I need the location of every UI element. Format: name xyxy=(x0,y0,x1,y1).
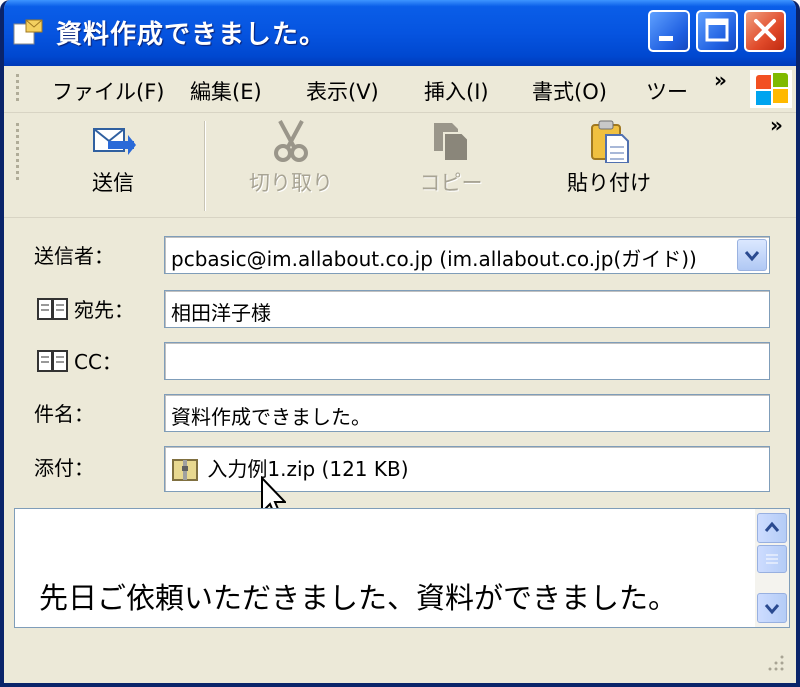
cc-label[interactable]: CC： xyxy=(74,346,122,375)
toolbar: » 送信 切り取り コピー 貼り付け xyxy=(4,113,796,218)
send-icon xyxy=(93,128,136,155)
toolbar-overflow-chevron[interactable]: » xyxy=(770,113,783,137)
from-label: 送信者： xyxy=(34,244,114,268)
cut-button[interactable]: 切り取り xyxy=(236,119,346,211)
window-title: 資料作成できました。 xyxy=(56,20,327,50)
copy-label: コピー xyxy=(419,171,483,195)
paste-label: 貼り付け xyxy=(567,171,651,195)
send-button[interactable]: 送信 xyxy=(58,119,168,211)
scroll-up-button[interactable] xyxy=(757,513,787,543)
minimize-button[interactable] xyxy=(648,10,690,52)
menu-insert[interactable]: 挿入(I) xyxy=(424,76,489,106)
maximize-icon xyxy=(705,18,729,42)
message-body-text: 先日ご依頼いただきました、資料ができました。 xyxy=(39,581,678,615)
address-book-icon[interactable] xyxy=(36,348,70,374)
attachment-item[interactable]: 入力例1.zip (121 KB) xyxy=(207,457,408,481)
subject-input[interactable]: 資料作成できました。 xyxy=(164,394,770,432)
menu-grip[interactable] xyxy=(16,74,20,104)
title-bar[interactable]: 資料作成できました。 xyxy=(4,0,796,66)
windows-logo-icon xyxy=(750,70,792,108)
chevron-down-icon xyxy=(744,251,760,262)
menu-file[interactable]: ファイル(F) xyxy=(52,76,164,106)
scroll-up-icon xyxy=(764,521,780,532)
compose-window: 資料作成できました。 ファイル(F) 編集(E) 表示(V) 挿入(I) 書式(… xyxy=(0,0,800,687)
menu-edit[interactable]: 編集(E) xyxy=(190,76,262,106)
from-value: pcbasic@im.allabout.co.jp (im.allabout.c… xyxy=(171,247,697,271)
from-dropdown-button[interactable] xyxy=(737,239,767,271)
subject-label: 件名： xyxy=(34,402,94,426)
attach-label: 添付： xyxy=(34,456,94,480)
status-bar xyxy=(4,628,796,683)
menu-tools[interactable]: ツー xyxy=(646,76,688,106)
toolbar-separator xyxy=(204,121,206,211)
address-book-icon[interactable] xyxy=(36,296,70,322)
scroll-down-icon xyxy=(764,604,780,615)
window-icon xyxy=(13,19,43,45)
minimize-icon xyxy=(659,36,673,41)
paste-icon xyxy=(591,120,629,163)
cut-label: 切り取り xyxy=(249,171,333,195)
toolbar-grip[interactable] xyxy=(16,123,20,183)
cc-input[interactable] xyxy=(164,342,770,380)
maximize-button[interactable] xyxy=(696,10,738,52)
resize-grip-icon[interactable] xyxy=(766,653,786,673)
scroll-thumb[interactable] xyxy=(757,545,787,573)
cut-icon xyxy=(274,120,308,162)
close-icon xyxy=(754,19,776,41)
to-input[interactable]: 相田洋子様 xyxy=(164,290,770,328)
attachment-list[interactable]: 入力例1.zip (121 KB) xyxy=(164,446,770,492)
zip-file-icon xyxy=(172,458,198,481)
send-label: 送信 xyxy=(92,171,134,195)
menu-bar: ファイル(F) 編集(E) 表示(V) 挿入(I) 書式(O) ツー » xyxy=(4,66,796,113)
menu-format[interactable]: 書式(O) xyxy=(532,76,607,106)
copy-icon xyxy=(434,123,469,162)
close-button[interactable] xyxy=(744,10,786,52)
from-combobox[interactable]: pcbasic@im.allabout.co.jp (im.allabout.c… xyxy=(164,236,770,274)
message-body[interactable]: 先日ご依頼いただきました、資料ができました。 xyxy=(14,508,790,628)
scroll-down-button[interactable] xyxy=(757,593,787,623)
paste-button[interactable]: 貼り付け xyxy=(554,119,664,211)
to-label[interactable]: 宛先： xyxy=(74,294,134,323)
menu-view[interactable]: 表示(V) xyxy=(306,76,379,106)
scroll-grip-icon xyxy=(766,554,778,564)
copy-button[interactable]: コピー xyxy=(396,119,506,211)
menu-overflow-chevron[interactable]: » xyxy=(714,68,727,92)
vertical-scrollbar[interactable] xyxy=(755,509,789,627)
